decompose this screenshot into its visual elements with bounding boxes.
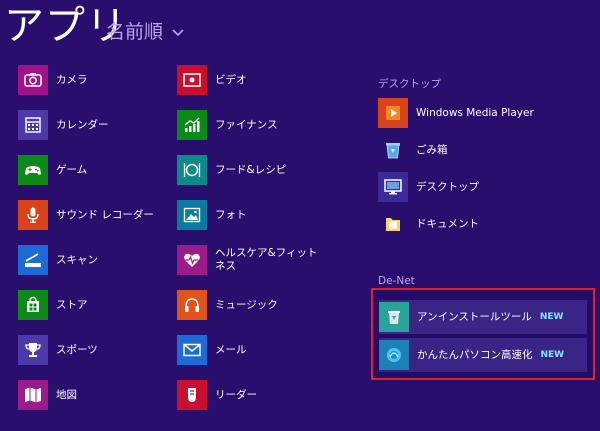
app-tile [18, 335, 48, 365]
sort-dropdown[interactable]: 名前順 [106, 20, 185, 44]
app-label: フード&レシピ [215, 163, 287, 176]
app-tile [177, 65, 207, 95]
app-label: サウンド レコーダー [56, 208, 154, 221]
app-music[interactable]: ミュージック [177, 288, 327, 322]
app-tile [378, 98, 408, 128]
app-label: アンインストールツール [417, 310, 532, 323]
reader-icon [188, 388, 196, 402]
app-label: ドキュメント [416, 217, 479, 230]
map-icon [25, 387, 41, 403]
app-label: リーダー [215, 388, 257, 401]
store-icon [27, 296, 39, 312]
video-icon [183, 73, 201, 87]
photo-icon [183, 207, 201, 223]
app-food-recipes[interactable]: フード&レシピ [177, 153, 327, 187]
app-sound-recorder[interactable]: サウンド レコーダー [18, 198, 168, 232]
app-label: ゲーム [56, 163, 88, 176]
app-documents[interactable]: ドキュメント [378, 207, 588, 241]
app-tile [177, 245, 207, 275]
app-tile [18, 65, 48, 95]
app-reader[interactable]: リーダー [177, 378, 327, 412]
app-sports[interactable]: スポーツ [18, 333, 168, 367]
app-calendar[interactable]: カレンダー [18, 108, 168, 142]
mail-icon [183, 343, 201, 357]
app-label: ファイナンス [215, 118, 278, 131]
app-tile [379, 302, 409, 332]
dining-icon [183, 163, 201, 177]
chevron-down-icon [172, 29, 184, 37]
app-pc-speedup[interactable]: かんたんパソコン高速化 NEW [379, 338, 587, 372]
app-label: フォト [215, 208, 247, 221]
camera-icon [24, 73, 42, 87]
app-tile [18, 155, 48, 185]
pc-speedup-icon [387, 348, 401, 362]
app-label: ビデオ [215, 73, 247, 86]
microphone-icon [27, 207, 39, 223]
app-recycle-bin[interactable]: ごみ箱 [378, 133, 588, 167]
media-player-icon [386, 106, 400, 120]
app-mail[interactable]: メール [177, 333, 327, 367]
app-tile [177, 290, 207, 320]
app-label: スキャン [56, 253, 98, 266]
trophy-icon [25, 343, 41, 357]
app-tile [177, 200, 207, 230]
app-tile [378, 172, 408, 202]
app-desktop[interactable]: デスクトップ [378, 170, 588, 204]
app-tile [18, 380, 48, 410]
app-tile [378, 135, 408, 165]
new-badge: NEW [540, 350, 565, 360]
highlight-box: アンインストールツール NEW かんたんパソコン高速化 NEW [371, 288, 595, 380]
app-health-fitness[interactable]: ヘルスケア&フィットネス [177, 243, 327, 277]
app-tile [177, 335, 207, 365]
app-label: カレンダー [56, 118, 109, 131]
gamepad-icon [25, 166, 41, 175]
app-label: カメラ [56, 73, 88, 86]
app-label: ごみ箱 [416, 143, 448, 156]
app-photos[interactable]: フォト [177, 198, 327, 232]
app-label: かんたんパソコン高速化 [417, 348, 533, 361]
app-tile [177, 380, 207, 410]
folder-icon [386, 218, 400, 231]
app-store[interactable]: ストア [18, 288, 168, 322]
app-finance[interactable]: ファイナンス [177, 108, 327, 142]
app-label: ヘルスケア&フィットネス [215, 247, 318, 272]
app-label: 地図 [56, 388, 77, 401]
app-tile [18, 245, 48, 275]
app-tile [379, 340, 409, 370]
app-tile [18, 110, 48, 140]
app-video[interactable]: ビデオ [177, 63, 327, 97]
headphones-icon [185, 298, 199, 312]
app-label: スポーツ [56, 343, 98, 356]
app-label: Windows Media Player [416, 106, 534, 119]
group-title-denet: De-Net [378, 275, 415, 287]
app-label: ストア [56, 298, 88, 311]
app-label: デスクトップ [416, 180, 479, 193]
app-camera[interactable]: カメラ [18, 63, 168, 97]
app-tile [378, 209, 408, 239]
app-uninstall-tool[interactable]: アンインストールツール NEW [379, 300, 587, 334]
scanner-icon [25, 253, 41, 267]
recycle-bin-icon [386, 143, 400, 159]
app-windows-media-player[interactable]: Windows Media Player [378, 96, 588, 130]
app-tile [177, 110, 207, 140]
app-games[interactable]: ゲーム [18, 153, 168, 187]
app-label: メール [215, 343, 247, 356]
uninstall-tool-icon [388, 311, 400, 324]
app-scan[interactable]: スキャン [18, 243, 168, 277]
sort-label: 名前順 [106, 21, 164, 43]
app-label: ミュージック [215, 298, 278, 311]
heart-pulse-icon [184, 253, 200, 267]
app-maps[interactable]: 地図 [18, 378, 168, 412]
group-title-desktop: デスクトップ [378, 78, 441, 90]
calendar-icon [25, 117, 41, 133]
app-tile [18, 200, 48, 230]
desktop-icon [384, 179, 402, 195]
new-badge: NEW [539, 312, 564, 322]
app-tile [177, 155, 207, 185]
app-tile [18, 290, 48, 320]
chart-icon [184, 117, 200, 132]
